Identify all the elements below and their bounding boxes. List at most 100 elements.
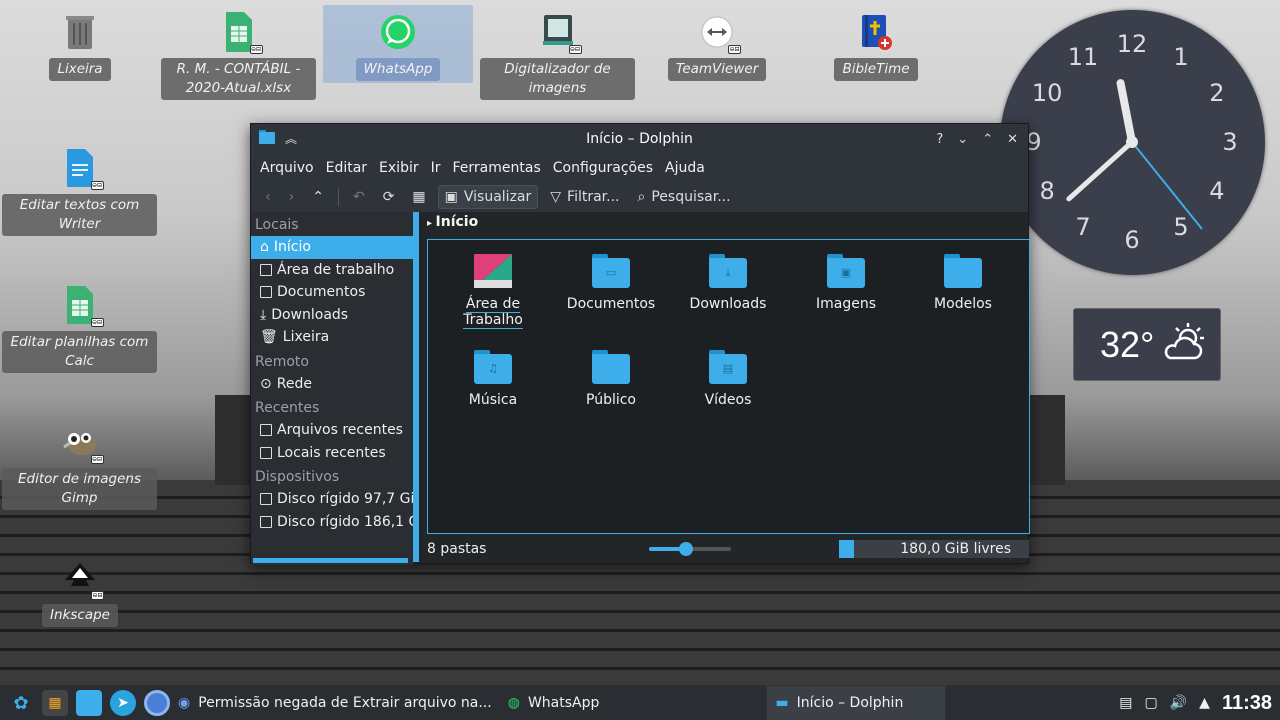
- desktop-icon-spreadsheet-file[interactable]: ⊖⊟ R. M. - CONTÁBIL - 2020-Atual.xlsx: [161, 12, 316, 100]
- forward-button[interactable]: ›: [283, 186, 301, 208]
- clock-number: 1: [1173, 43, 1189, 72]
- help-button[interactable]: ?: [936, 132, 943, 147]
- folder-musica[interactable]: ♫ Música: [438, 350, 548, 408]
- horizontal-scrollbar[interactable]: [253, 558, 408, 563]
- menu-configuracoes[interactable]: Configurações: [553, 160, 653, 176]
- menu-ir[interactable]: Ir: [431, 160, 441, 176]
- sidebar-item-inicio[interactable]: ⌂ Início: [251, 236, 413, 259]
- breadcrumb[interactable]: ▸ Início: [427, 214, 478, 230]
- undo-button[interactable]: ↶: [347, 186, 371, 208]
- whatsapp-icon: [378, 12, 418, 52]
- sidebar-item-label: Disco rígido 97,7 GiB: [277, 491, 413, 508]
- desktop-icon-calc[interactable]: ⊖⊟ Editar planilhas com Calc: [2, 285, 157, 373]
- network-icon[interactable]: ▢: [1144, 695, 1157, 711]
- close-button[interactable]: ✕: [1007, 132, 1018, 147]
- desktop-icon-gimp[interactable]: ⊖⊟ Editor de imagens Gimp: [2, 422, 157, 510]
- expand-tray-icon[interactable]: ▲: [1199, 695, 1210, 711]
- folder-area-de-trabalho[interactable]: Área de Trabalho: [438, 254, 548, 329]
- keep-above-icon[interactable]: ︽: [285, 130, 297, 148]
- back-button[interactable]: ‹: [259, 186, 277, 208]
- menu-editar[interactable]: Editar: [326, 160, 367, 176]
- clipboard-icon[interactable]: ▤: [1119, 695, 1132, 711]
- file-view[interactable]: Área de Trabalho ▭ Documentos ⤓ Download…: [427, 239, 1030, 534]
- minimize-button[interactable]: ⌄: [957, 132, 968, 147]
- zoom-slider[interactable]: [649, 542, 731, 556]
- sidebar-item-arquivos-recentes[interactable]: Arquivos recentes: [251, 419, 413, 442]
- sidebar-item-lixeira[interactable]: 🗑 Lixeira: [251, 326, 413, 349]
- sidebar-item-locais-recentes[interactable]: Locais recentes: [251, 442, 413, 465]
- desktop-icon-inkscape[interactable]: ⊖⊟ Inkscape: [42, 558, 118, 627]
- app-launcher-icon[interactable]: ✿: [8, 690, 34, 716]
- folder-documentos[interactable]: ▭ Documentos: [556, 254, 666, 312]
- analog-clock-widget[interactable]: 12 1 2 3 4 5 6 7 8 9 10 11: [1000, 10, 1265, 275]
- preview-button[interactable]: ▣ Visualizar: [437, 185, 539, 209]
- menu-exibir[interactable]: Exibir: [379, 160, 419, 176]
- search-icon: ⌕: [637, 189, 646, 205]
- menu-arquivo[interactable]: Arquivo: [260, 160, 314, 176]
- dolphin-window[interactable]: ︽ Início – Dolphin ? ⌄ ⌃ ✕ Arquivo Edita…: [250, 123, 1030, 565]
- view-mode-button[interactable]: ▦: [406, 186, 431, 208]
- search-button[interactable]: ⌕ Pesquisar...: [632, 186, 737, 208]
- sidebar-scrollbar[interactable]: [413, 212, 419, 562]
- folder-label: Música: [468, 392, 518, 408]
- chromium-icon[interactable]: [144, 690, 170, 716]
- link-badge-icon: ⊖⊟: [568, 45, 582, 54]
- sidebar-item-disco-2[interactable]: Disco rígido 186,1 GiB: [251, 511, 413, 534]
- clock-number: 11: [1067, 43, 1099, 72]
- sidebar-item-documentos[interactable]: Documentos: [251, 281, 413, 304]
- menu-ajuda[interactable]: Ajuda: [665, 160, 705, 176]
- window-title: Início – Dolphin: [586, 131, 693, 147]
- folder-label: Público: [586, 392, 636, 408]
- task-whatsapp[interactable]: ◍ WhatsApp: [500, 686, 608, 720]
- templates-folder-icon: [944, 254, 982, 288]
- whatsapp-icon: ◍: [507, 695, 520, 711]
- menubar: Arquivo Editar Exibir Ir Ferramentas Con…: [251, 154, 1028, 182]
- folder-downloads[interactable]: ⤓ Downloads: [673, 254, 783, 312]
- reload-button[interactable]: ⟳: [377, 186, 401, 208]
- recent-places-icon: [260, 446, 272, 459]
- free-space-indicator[interactable]: 180,0 GiB livres: [839, 540, 1029, 558]
- spreadsheet-file-icon: ⊖⊟: [219, 12, 263, 54]
- sidebar-item-disco-1[interactable]: Disco rígido 97,7 GiB: [251, 488, 413, 511]
- bible-book-icon: [856, 12, 896, 52]
- clock-number: 4: [1209, 177, 1225, 205]
- desktop-icon-scanner[interactable]: ⊖⊟ Digitalizador de imagens: [480, 12, 635, 100]
- menu-ferramentas[interactable]: Ferramentas: [453, 160, 541, 176]
- clock-number: 6: [1124, 226, 1140, 254]
- taskbar-clock[interactable]: 11:38: [1222, 692, 1272, 715]
- telegram-icon[interactable]: ➤: [110, 690, 136, 716]
- desktop-icon-lixeira[interactable]: Lixeira: [49, 12, 111, 81]
- desktop-icon-whatsapp[interactable]: WhatsApp: [323, 5, 473, 83]
- folder-label: Imagens: [815, 296, 876, 312]
- documents-folder-icon: ▭: [592, 254, 630, 288]
- zoom-slider-handle[interactable]: [678, 542, 693, 556]
- task-dolphin[interactable]: ▬ Início – Dolphin: [767, 686, 946, 720]
- toolbar-separator: [337, 188, 339, 206]
- desktop-icon-teamviewer[interactable]: ⊖⊟ TeamViewer: [667, 12, 767, 81]
- sidebar-item-label: Locais recentes: [277, 444, 386, 461]
- window-titlebar[interactable]: ︽ Início – Dolphin ? ⌄ ⌃ ✕: [251, 124, 1028, 154]
- task-label: WhatsApp: [527, 695, 600, 711]
- sidebar-item-area-de-trabalho[interactable]: Área de trabalho: [251, 259, 413, 282]
- link-badge-icon: ⊖⊟: [90, 181, 104, 190]
- folder-videos[interactable]: ▤ Vídeos: [673, 350, 783, 408]
- up-button[interactable]: ⌃: [306, 186, 330, 208]
- folder-imagens[interactable]: ▣ Imagens: [791, 254, 901, 312]
- file-manager-icon[interactable]: [76, 690, 102, 716]
- desktop-icon-bibletime[interactable]: BibleTime: [834, 12, 918, 81]
- clock-hour-hand: [1116, 79, 1136, 146]
- sidebar-item-label: Arquivos recentes: [277, 422, 403, 439]
- desktop-icon-writer[interactable]: ⊖⊟ Editar textos com Writer: [2, 148, 157, 236]
- weather-widget[interactable]: 32°: [1073, 308, 1221, 381]
- folder-label: Modelos: [934, 296, 992, 312]
- sidebar-item-rede[interactable]: ⊙ Rede: [251, 373, 413, 396]
- volume-icon[interactable]: 🔊: [1170, 695, 1187, 711]
- folder-modelos[interactable]: Modelos: [908, 254, 1018, 312]
- folder-publico[interactable]: Público: [556, 350, 666, 408]
- filter-button[interactable]: ▽ Filtrar...: [544, 186, 625, 208]
- maximize-button[interactable]: ⌃: [982, 132, 993, 147]
- desktop-icon-label: Inkscape: [42, 604, 118, 627]
- calculator-icon[interactable]: ▦: [42, 690, 68, 716]
- sidebar-item-downloads[interactable]: ⤓ Downloads: [251, 304, 413, 327]
- task-permission-dialog[interactable]: ◉ Permissão negada de Extrair arquivo na.…: [170, 686, 500, 720]
